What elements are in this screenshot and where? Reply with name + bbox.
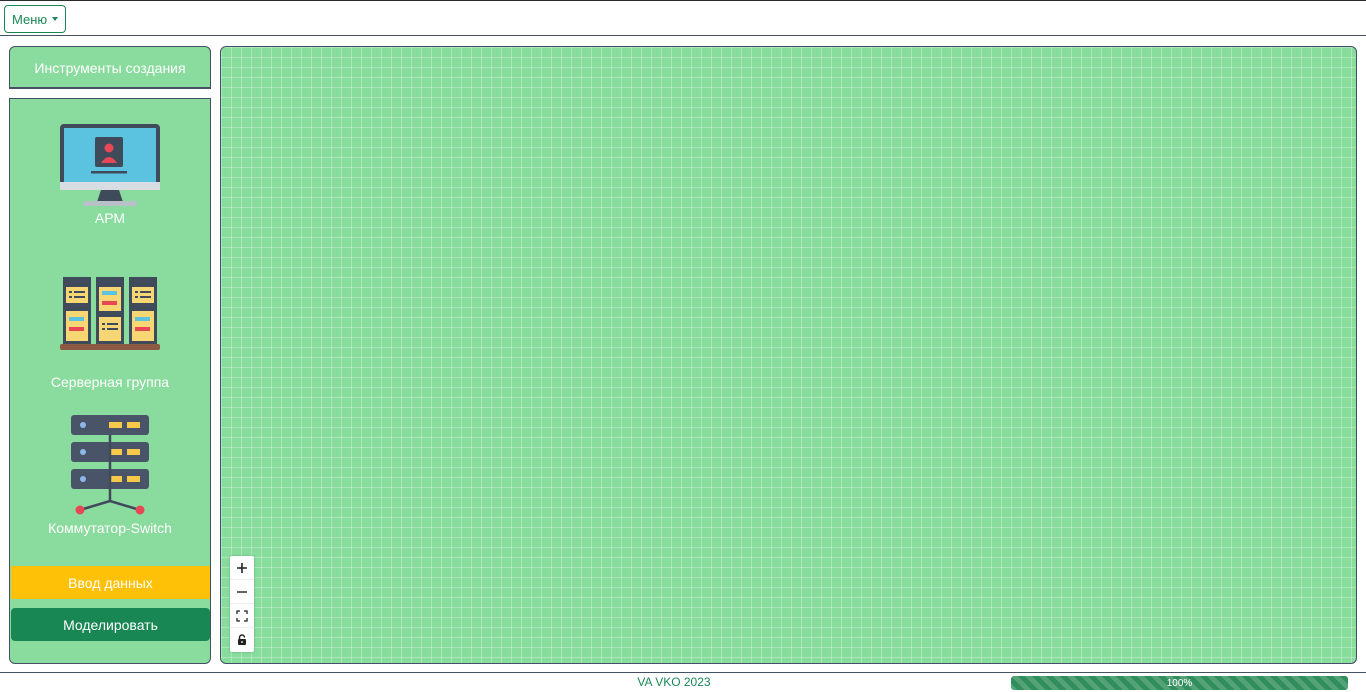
- zoom-in-button[interactable]: [230, 556, 254, 580]
- zoom-in-icon: [237, 562, 247, 573]
- zoom-out-icon: [237, 590, 247, 593]
- footer: VA VKO 2023 100%: [0, 672, 1366, 692]
- caret-down-icon: [52, 17, 59, 21]
- progress-bar-fill: 100%: [1011, 676, 1348, 690]
- lock-button[interactable]: [230, 628, 254, 652]
- tool-label: Серверная группа: [50, 374, 170, 390]
- server-group-icon: [60, 277, 160, 350]
- diagram-canvas[interactable]: [220, 46, 1357, 664]
- fit-view-button[interactable]: [230, 604, 254, 628]
- top-bar: Меню: [0, 0, 1366, 36]
- zoom-out-button[interactable]: [230, 580, 254, 604]
- progress-label: 100%: [1166, 677, 1193, 689]
- workstation-icon: [60, 124, 160, 206]
- menu-dropdown-button[interactable]: Меню: [4, 5, 67, 33]
- data-input-button[interactable]: Ввод данных: [11, 566, 210, 599]
- canvas-controls: [230, 556, 254, 652]
- tool-server-group[interactable]: Серверная группа: [10, 277, 210, 390]
- tools-panel: АРМ Серверная группа Коммутатор-Switch В…: [9, 98, 211, 664]
- fit-view-icon: [236, 609, 248, 622]
- tools-panel-header: Инструменты создания: [9, 46, 211, 89]
- tool-label: Коммутатор-Switch: [48, 520, 172, 536]
- tool-label: АРМ: [94, 210, 126, 226]
- tool-switch[interactable]: Коммутатор-Switch: [10, 415, 210, 536]
- lock-icon: [238, 634, 246, 645]
- tools-panel-title: Инструменты создания: [34, 60, 186, 76]
- progress-bar: 100%: [1011, 676, 1348, 690]
- switch-icon: [71, 415, 149, 515]
- simulate-button[interactable]: Моделировать: [11, 608, 210, 641]
- menu-label: Меню: [12, 11, 48, 27]
- tool-workstation[interactable]: АРМ: [10, 123, 210, 226]
